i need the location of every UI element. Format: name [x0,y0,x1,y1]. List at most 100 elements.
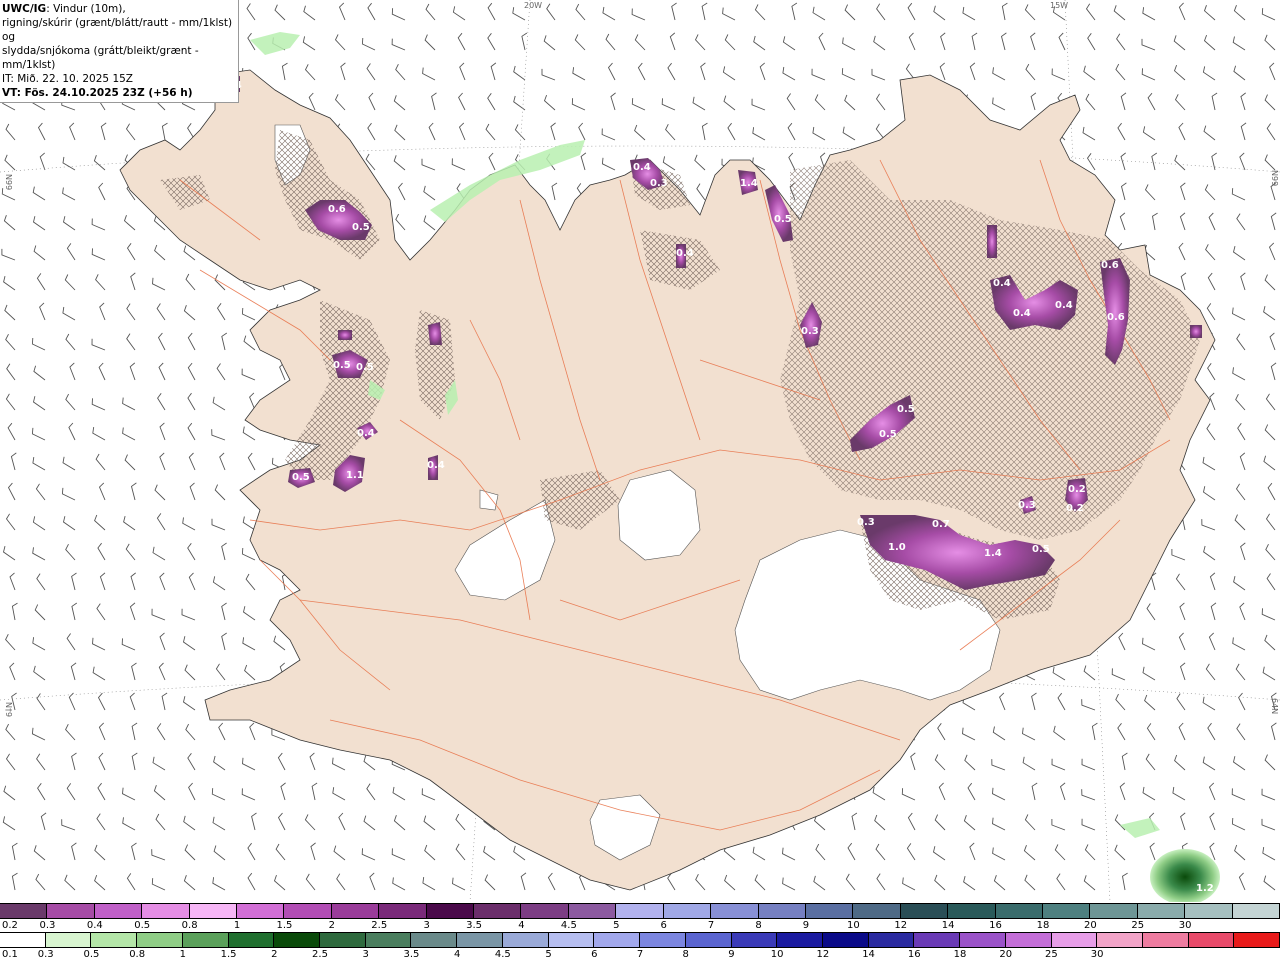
legend-swatch [426,904,475,918]
wind-barb [36,273,46,291]
wind-barb [188,782,196,801]
legend-swatch [822,933,869,947]
wind-barb [1119,212,1126,231]
wind-barb [66,633,76,651]
wind-barb [91,218,106,231]
wind-barb [62,187,76,201]
wind-barb [1265,543,1276,561]
legend-label: 2.5 [371,920,388,931]
precip-label: 0.3 [1018,500,1036,511]
wind-barb [68,422,76,441]
legend-label: 6 [660,920,667,931]
wind-barb [62,456,76,471]
legend-label: 0.2 [2,920,18,931]
legend-label: 25 [1131,920,1145,931]
wind-barb [873,35,886,51]
legend-label: 4.5 [560,920,577,931]
wind-barb [130,482,137,501]
wind-barb [934,874,946,891]
legend-swatch [568,904,617,918]
wind-barb [123,215,136,231]
wind-barb [273,874,286,891]
wind-barb [694,154,706,171]
wind-barb [366,783,376,801]
wind-barb [187,392,196,411]
legend-label: 30 [1178,920,1192,931]
wind-barb [157,332,166,351]
legend-swatch [640,933,686,947]
legend-swatch [616,904,664,918]
wind-barb [185,723,196,741]
legend-swatch [502,933,549,947]
wind-barb [394,124,406,141]
wind-barb [667,62,676,81]
wind-barb [1263,305,1276,321]
wind-barb [1030,92,1037,111]
wind-barb [874,814,886,831]
wind-barb [1264,34,1276,51]
precip-label: 0.5 [774,214,792,225]
wind-barb [126,303,136,321]
wind-barb [1084,844,1096,861]
legend-label: 1 [179,949,187,960]
legend-swatch [320,933,366,947]
wind-barb [70,662,77,681]
wind-barb [129,362,136,381]
wind-barb [934,754,946,771]
wind-barb [1239,152,1246,171]
wind-barb [1233,65,1246,81]
wind-barb [281,62,288,81]
wind-barb [1117,122,1126,141]
wind-barb [156,513,166,531]
wind-barb [152,756,166,771]
wind-barb [97,782,106,801]
wind-barb [992,847,1006,861]
wind-barb [547,872,556,891]
wind-barb [1031,782,1038,801]
wind-barb [130,572,136,591]
wind-barb [1031,692,1037,711]
wind-barb [722,66,736,81]
wind-barb [1265,513,1276,531]
wind-barb [2,545,16,561]
precip-label: 1.2 [1196,883,1214,894]
wind-barb [273,635,286,651]
wind-barb [159,452,166,471]
wind-barb [1264,274,1276,291]
wind-barb [694,34,706,51]
wind-barb [1178,632,1186,651]
legend-label: 0.1 [2,949,18,960]
legend-swatch [47,904,95,918]
wind-barb [932,846,946,861]
wind-barb [367,122,376,141]
wind-barb [842,37,856,51]
wind-barb [610,92,616,111]
wind-barb [753,35,766,51]
wind-barb [125,543,136,561]
wind-barb [1202,66,1216,81]
wind-barb [637,62,646,81]
wind-barb [64,874,76,891]
wind-barb [340,62,346,81]
precip-label: 0.2 [1068,484,1086,495]
legend-swatch [1188,933,1235,947]
legend-label: 14 [941,920,955,931]
wind-barb [700,62,706,81]
wind-barb [939,62,946,81]
snow-legend-bar [0,903,1280,919]
wind-barb [39,152,46,171]
wind-barb [1202,486,1216,501]
wind-barb [1202,756,1216,771]
wind-barb [98,182,106,201]
wind-barb [1173,35,1186,51]
wind-barb [151,849,166,861]
legend-swatch [731,933,778,947]
wind-barb [5,753,16,771]
wind-barb [7,482,16,501]
forecast-info-box: UWC/IG: Vindur (10m), rigning/skúrir (gr… [0,0,239,103]
legend-swatch [1005,933,1052,947]
wind-barb [1081,699,1096,711]
wind-barb [303,5,316,21]
precip-label: 0.3 [857,517,875,528]
legend-swatch [274,933,321,947]
